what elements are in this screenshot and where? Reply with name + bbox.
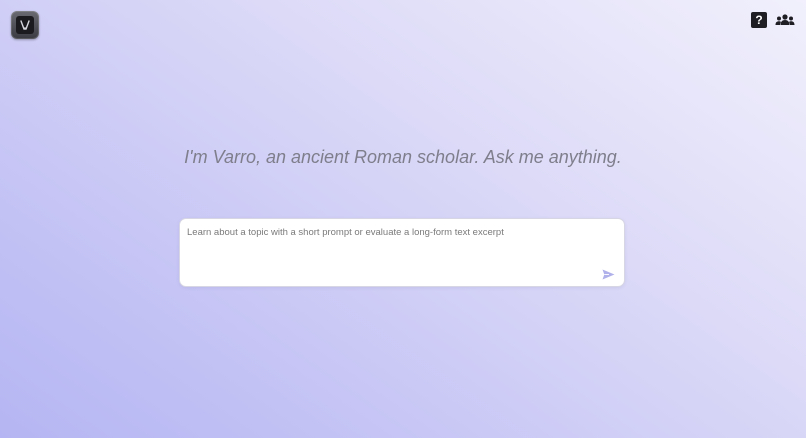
header-actions: ? <box>751 12 795 28</box>
group-icon[interactable] <box>775 12 795 28</box>
send-icon <box>602 269 614 279</box>
send-button[interactable] <box>601 267 615 281</box>
prompt-input[interactable] <box>187 227 587 277</box>
help-icon[interactable]: ? <box>751 12 767 28</box>
varro-logo-icon[interactable] <box>11 11 39 39</box>
page-tagline: I'm Varro, an ancient Roman scholar. Ask… <box>184 147 622 167</box>
v-letter-icon <box>20 20 30 30</box>
prompt-box <box>179 218 625 287</box>
logo-mark <box>16 16 34 34</box>
